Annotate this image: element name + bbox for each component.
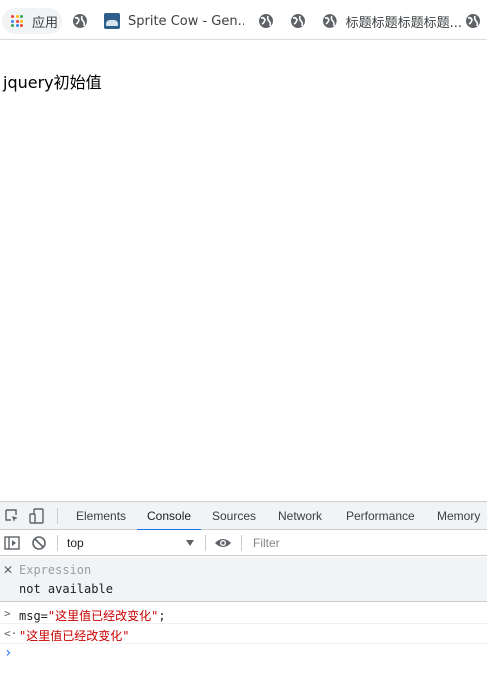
bookmarks-bar: 应用 Sprite Cow - Gen... 标题标题标题标题... [0, 0, 487, 40]
inspect-element-icon[interactable] [3, 507, 21, 525]
tabbar-separator [57, 508, 58, 524]
context-selector[interactable]: top [62, 533, 202, 553]
live-expression-area: ✕ Expression not available [0, 557, 487, 602]
globe-icon [259, 14, 273, 28]
chevron-down-icon [186, 540, 194, 546]
device-toolbar-icon[interactable] [28, 507, 46, 525]
bookmark-title[interactable]: 标题标题标题标题... [322, 8, 462, 34]
page-heading: jquery初始值 [3, 73, 102, 92]
bookmark-sprite-cow[interactable]: Sprite Cow - Gen... [104, 8, 244, 34]
globe-icon [73, 14, 87, 28]
bookmark-globe-5[interactable] [465, 8, 483, 34]
sidebar-toggle-icon[interactable] [3, 534, 21, 552]
bookmark-sprite-label: Sprite Cow - Gen... [128, 13, 244, 29]
apps-grid-icon [11, 15, 23, 27]
globe-icon [291, 14, 305, 28]
devtools-panel: Elements Console Sources Network Perform… [0, 501, 487, 677]
command-string: "这里值已经改变化" [47, 609, 159, 623]
return-arrow-icon: <· [4, 627, 18, 640]
close-icon[interactable]: ✕ [3, 563, 13, 577]
command-prefix: msg= [19, 609, 48, 623]
clear-console-icon[interactable] [30, 534, 48, 552]
bookmark-apps[interactable]: 应用 [2, 8, 62, 34]
toolbar-separator [241, 535, 242, 551]
globe-icon [466, 14, 480, 28]
command-suffix: ; [158, 609, 166, 623]
chevron-right-icon: › [4, 645, 13, 661]
console-toolbar: top Filter [0, 530, 487, 556]
bookmark-apps-label: 应用 [32, 15, 59, 31]
eye-icon[interactable] [214, 534, 232, 552]
toolbar-separator [205, 535, 206, 551]
globe-icon [322, 14, 337, 28]
console-input-line: > msg="这里值已经改变化"; [0, 604, 487, 624]
bookmark-globe-2[interactable] [258, 8, 276, 34]
bookmark-globe-3[interactable] [290, 8, 308, 34]
devtools-tabbar: Elements Console Sources Network Perform… [0, 502, 487, 531]
console-command: msg="这里值已经改变化"; [19, 607, 166, 624]
expression-value: not available [19, 582, 113, 596]
console-result-line: <· "这里值已经改变化" [0, 624, 487, 644]
chevron-right-icon: > [4, 607, 11, 620]
console-prompt[interactable]: › [0, 644, 487, 664]
tab-elements[interactable]: Elements [76, 502, 126, 530]
console-result: "这里值已经改变化" [19, 629, 130, 643]
tab-sources[interactable]: Sources [212, 502, 256, 530]
toolbar-separator [57, 535, 58, 551]
bookmark-title-label: 标题标题标题标题... [345, 15, 462, 31]
tab-console[interactable]: Console [136, 502, 202, 531]
context-selector-value: top [67, 536, 84, 550]
tab-performance[interactable]: Performance [346, 502, 415, 530]
sprite-cow-favicon [104, 13, 120, 29]
bookmark-globe-1[interactable] [72, 8, 90, 34]
tab-network[interactable]: Network [278, 502, 322, 530]
expression-label[interactable]: Expression [19, 563, 91, 577]
tab-memory[interactable]: Memory [437, 502, 480, 530]
filter-input[interactable]: Filter [247, 533, 487, 553]
